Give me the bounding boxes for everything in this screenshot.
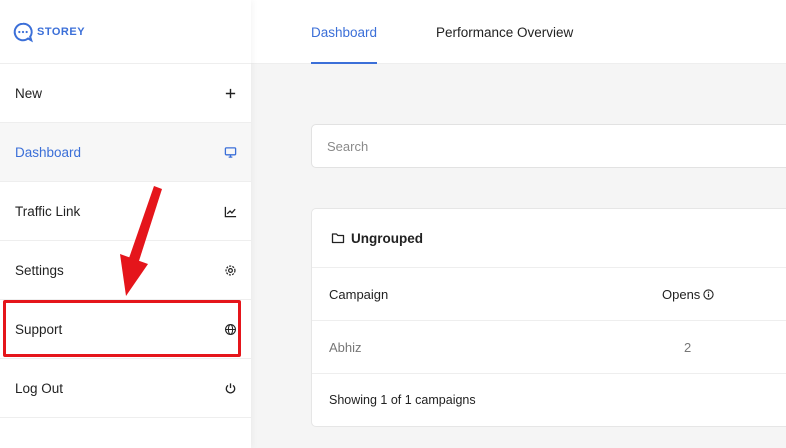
top-tab-bar: Dashboard Performance Overview — [251, 0, 786, 64]
sidebar-item-label: Settings — [15, 262, 64, 278]
logo-icon — [13, 22, 33, 42]
column-header-campaign: Campaign — [329, 286, 389, 302]
opens-count: 2 — [684, 339, 692, 355]
group-title: Ungrouped — [351, 230, 423, 246]
chart-line-icon — [223, 204, 237, 218]
tab-performance-overview[interactable]: Performance Overview — [436, 0, 573, 64]
table-header-row: Campaign Opens — [312, 268, 786, 321]
tab-dashboard[interactable]: Dashboard — [311, 0, 378, 64]
logo[interactable]: STOREY — [0, 0, 251, 64]
sidebar-item-support[interactable]: Support — [0, 300, 251, 359]
sidebar-item-dashboard[interactable]: Dashboard — [0, 123, 251, 182]
sidebar-item-label: New — [15, 85, 43, 101]
group-header[interactable]: Ungrouped — [312, 209, 786, 268]
globe-icon — [223, 322, 237, 336]
tab-label: Performance Overview — [436, 24, 574, 40]
sidebar-item-label: Log Out — [15, 380, 64, 396]
search-input[interactable] — [311, 124, 786, 168]
power-icon — [223, 381, 237, 395]
sidebar-item-log-out[interactable]: Log Out — [0, 359, 251, 418]
column-header-opens: Opens — [662, 287, 714, 302]
gear-icon — [223, 263, 237, 277]
campaign-name[interactable]: Abhiz — [329, 340, 362, 355]
pagination-summary-text: Showing 1 of 1 campaigns — [329, 393, 476, 407]
monitor-icon — [223, 145, 237, 159]
pagination-summary: Showing 1 of 1 campaigns — [312, 374, 786, 426]
brand-name: STOREY — [37, 25, 86, 38]
table-row[interactable]: Abhiz 2 — [312, 321, 786, 374]
column-header-opens-label: Opens — [662, 286, 701, 302]
red-arrow-annotation — [120, 186, 162, 296]
sidebar-item-label: Support — [15, 321, 63, 337]
plus-icon — [223, 86, 237, 100]
sidebar-item-label: Dashboard — [15, 144, 82, 160]
info-icon[interactable] — [703, 288, 714, 300]
tab-label: Dashboard — [311, 24, 378, 40]
folder-icon — [331, 233, 345, 244]
campaign-group-card: Ungrouped Campaign Opens Abhiz 2 Showing… — [311, 208, 786, 427]
sidebar-item-label: Traffic Link — [15, 203, 81, 219]
sidebar-item-new[interactable]: New — [0, 64, 251, 123]
